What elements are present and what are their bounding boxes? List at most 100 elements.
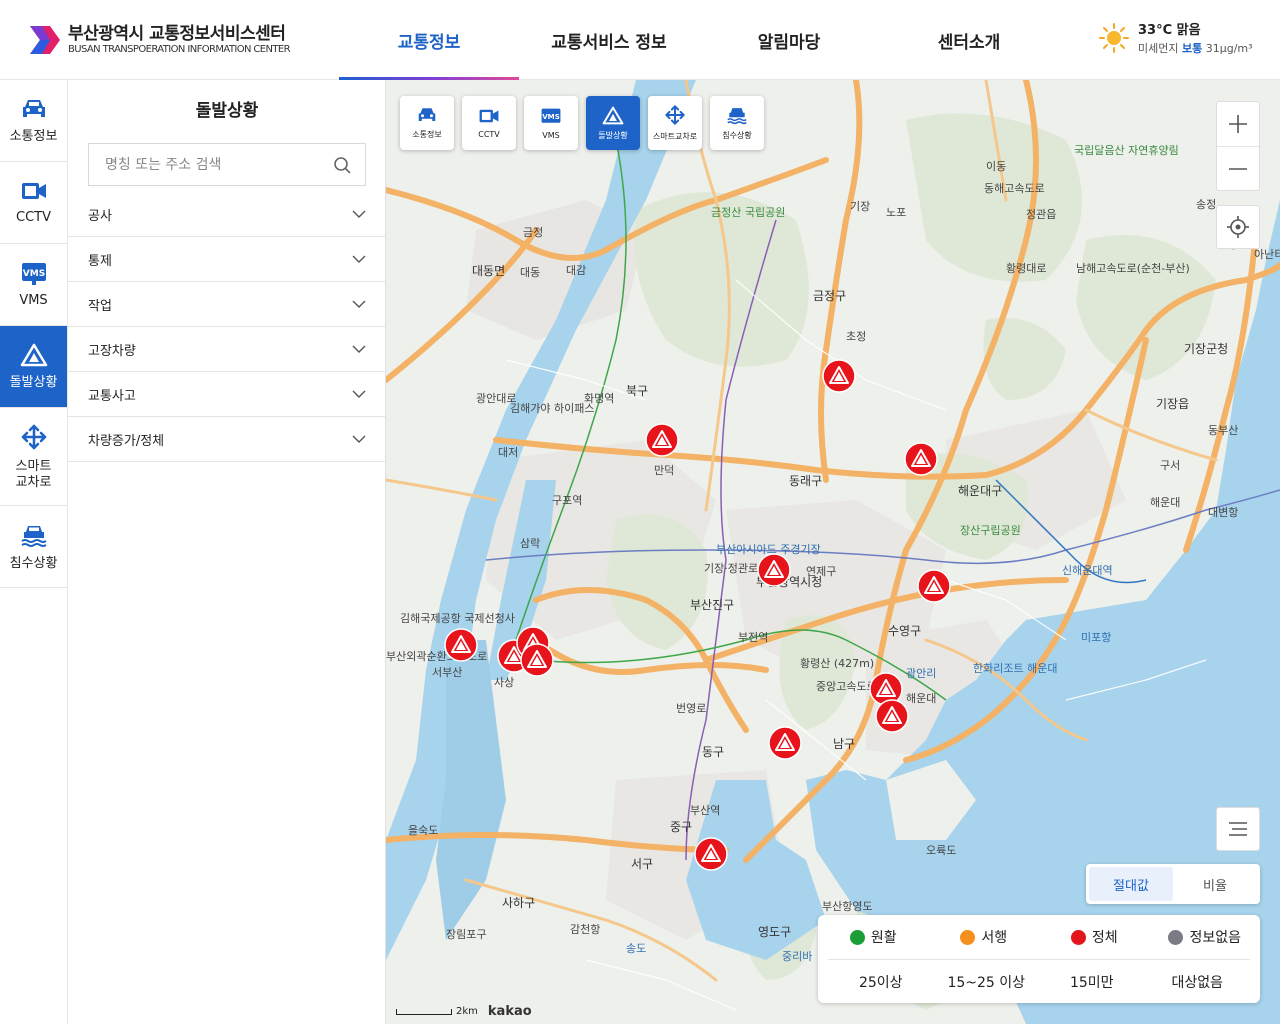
legend-label: 서행 <box>981 930 1008 946</box>
fine-dust: 미세먼지 보통 31μg/m³ <box>1138 42 1253 55</box>
toggle-absolute[interactable]: 절대값 <box>1089 867 1173 901</box>
place-label: 기장읍 <box>1156 397 1190 411</box>
category-item[interactable]: 차량증가/정체 <box>68 417 386 462</box>
category-item[interactable]: 공사 <box>68 192 386 237</box>
incident-marker[interactable] <box>917 569 951 603</box>
search-input[interactable] <box>105 156 325 173</box>
incident-marker[interactable] <box>875 699 909 733</box>
lnb-traffic-flow[interactable]: 소통정보 <box>0 80 67 162</box>
place-label: 중구 <box>670 820 693 834</box>
place-label: 금정구 <box>813 289 847 303</box>
incident-marker[interactable] <box>904 442 938 476</box>
category-label: 통제 <box>88 253 112 269</box>
legend-dot <box>1168 929 1184 945</box>
incident-marker[interactable] <box>822 359 856 393</box>
place-label: 남구 <box>833 737 856 751</box>
logo[interactable]: 부산광역시 교통정보서비스센터 BUSAN TRANSPOERATION INF… <box>28 22 291 58</box>
category-item[interactable]: 교통사고 <box>68 372 386 417</box>
gnav-traffic-service[interactable]: 교통서비스 정보 <box>519 0 699 80</box>
car-icon <box>22 99 45 117</box>
category-label: 차량증가/정체 <box>88 433 165 449</box>
vms-icon: VMS <box>541 108 561 123</box>
place-label: 대감 <box>566 264 587 277</box>
vms-icon: VMS <box>21 262 46 285</box>
tool-cctv[interactable]: CCTV <box>462 96 516 150</box>
place-label: 을숙도 <box>408 824 439 837</box>
map-provider: kakao <box>487 1004 532 1019</box>
lnb-cctv[interactable]: CCTV <box>0 162 67 244</box>
map-view[interactable]: 대동면 금정구 북구 동래구 해운대구 부산진구 수영구 남구 동구 중구 서구 사하구 영도구 기장군청… <box>386 80 1280 1024</box>
scale-label: 2km <box>456 1006 478 1017</box>
warning-marker-icon <box>645 423 679 457</box>
place-label: 광안리 <box>906 667 937 680</box>
car-icon <box>418 108 436 121</box>
tool-traffic-flow[interactable]: 소통정보 <box>400 96 454 150</box>
warning-marker-icon <box>444 628 478 662</box>
place-label: 대동 <box>520 266 541 279</box>
minus-icon <box>1229 167 1247 170</box>
legend-item: 정보없음 <box>1150 927 1261 947</box>
lnb-flood[interactable]: 침수상황 <box>0 506 67 588</box>
left-nav: 소통정보 CCTV VMS VMS 돌발상황 스마트 교차로 침수상황 <box>0 80 68 1024</box>
place-label: 번영로 <box>676 702 707 715</box>
place-label: 기장군청 <box>1184 342 1229 356</box>
map-scale: 2km kakao <box>396 1004 532 1019</box>
lnb-vms[interactable]: VMS VMS <box>0 244 67 326</box>
sun-icon <box>1099 23 1129 53</box>
gnav-center-intro[interactable]: 센터소개 <box>879 0 1059 80</box>
place-label: 장림포구 <box>446 928 487 941</box>
lnb-incident[interactable]: 돌발상황 <box>0 326 67 408</box>
search-icon[interactable] <box>333 156 351 174</box>
place-label: 동해고속도로 <box>984 182 1045 195</box>
place-label: 서구 <box>631 857 654 871</box>
place-label: 동부산 <box>1208 424 1239 437</box>
weather-temp: 33°C 맑음 <box>1138 23 1201 38</box>
incident-marker[interactable] <box>645 423 679 457</box>
tool-incident[interactable]: 돌발상황 <box>586 96 640 150</box>
place-label: 송정 <box>1196 198 1217 211</box>
place-label: 황령대로 <box>1006 262 1047 275</box>
toggle-ratio[interactable]: 비율 <box>1173 867 1257 901</box>
zoom-out-button[interactable] <box>1217 146 1259 190</box>
warning-marker-icon <box>822 359 856 393</box>
legend-range: 대상없음 <box>1171 974 1224 991</box>
place-label: 신해운대역 <box>1062 564 1113 577</box>
tool-smart-intersection[interactable]: 스마트교차로 <box>648 96 702 150</box>
chevron-down-icon <box>352 390 366 398</box>
lnb-smart-intersection[interactable]: 스마트 교차로 <box>0 408 67 506</box>
category-label: 작업 <box>88 298 112 314</box>
place-label: 부산역 <box>690 804 721 817</box>
incident-marker[interactable] <box>768 726 802 760</box>
category-item[interactable]: 고장차량 <box>68 327 386 372</box>
list-toggle-button[interactable] <box>1216 807 1260 851</box>
zoom-in-button[interactable] <box>1217 102 1259 146</box>
warning-marker-icon <box>694 837 728 871</box>
place-label: 사하구 <box>502 896 536 910</box>
gnav-traffic-info[interactable]: 교통정보 <box>339 0 519 80</box>
place-label: 송도 <box>626 942 647 955</box>
incident-marker[interactable] <box>694 837 728 871</box>
incident-marker[interactable] <box>520 643 554 677</box>
weather-widget: 33°C 맑음 미세먼지 보통 31μg/m³ <box>1098 22 1253 58</box>
warning-marker-icon <box>757 553 791 587</box>
legend-dot <box>960 929 976 945</box>
legend-label: 정체 <box>1091 930 1118 946</box>
incident-marker[interactable] <box>757 553 791 587</box>
chevron-down-icon <box>352 255 366 263</box>
legend-dot <box>1070 929 1086 945</box>
place-label: 장산구립공원 <box>960 524 1021 537</box>
camera-icon <box>21 182 46 199</box>
place-label: 미포항 <box>1081 631 1112 644</box>
tool-vms[interactable]: VMS VMS <box>524 96 578 150</box>
place-label: 오륙도 <box>926 844 957 857</box>
svg-text:VMS: VMS <box>542 111 560 120</box>
incident-marker[interactable] <box>444 628 478 662</box>
gnav-notice[interactable]: 알림마당 <box>699 0 879 80</box>
my-location-button[interactable] <box>1216 205 1260 249</box>
flood-car-icon <box>20 525 47 547</box>
category-item[interactable]: 작업 <box>68 282 386 327</box>
tool-flood[interactable]: 침수상황 <box>710 96 764 150</box>
place-label: 김해국제공항 국제선청사 <box>400 612 515 625</box>
logo-subtitle: BUSAN TRANSPOERATION INFORMATION CENTER <box>68 44 291 55</box>
category-item[interactable]: 통제 <box>68 237 386 282</box>
